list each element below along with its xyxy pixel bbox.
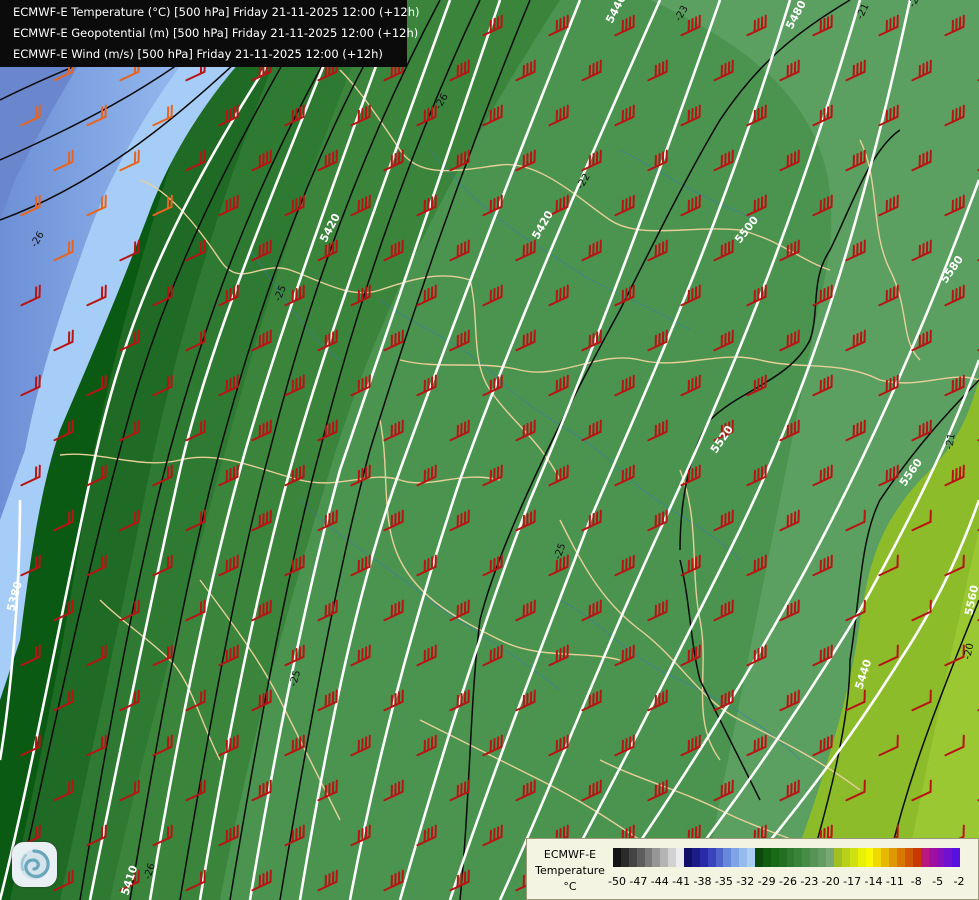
map-viewer[interactable]: 5420 5440 5480 5500 5520 5560 5580 5440 … [0,0,979,900]
colorbar-swatch [912,848,921,867]
colorbar-swatch [810,848,819,867]
colorbar-subtitle: Temperature [535,864,605,877]
colorbar-swatch [691,848,700,867]
colorbar-swatch [613,848,621,867]
colorbar-swatch [668,848,677,867]
colorbar-swatch [731,848,740,867]
colorbar-swatch [660,848,669,867]
swirl-icon [19,849,50,880]
colorbar-tick-label: -41 [672,875,691,888]
colorbar-tick-label: -26 [779,875,797,888]
colorbar-tick-label: -38 [693,875,712,888]
colorbar-tick-label: -14 [864,875,883,888]
colorbar-swatch [628,848,637,867]
colorbar-tick-label: -8 [910,875,922,888]
colorbar-swatch [897,848,905,867]
colorbar-swatch [833,848,842,867]
colorbar-tick-label: -20 [821,875,840,888]
colorbar-swatch [652,848,661,867]
colorbar-swatch [684,848,692,867]
colorbar-swatches [613,848,961,867]
colorbar-swatch [904,848,913,867]
colorbar-swatch [920,848,929,867]
legend-wind: ECMWF-E Wind (m/s) [500 hPa] Friday 21-1… [13,47,383,61]
colorbar-ticks: -50 -47 -44 -41 -38 -35 -32 -29 -26 -23 -20 -17 -14-… [608,875,973,889]
colorbar-unit: °C [563,880,577,893]
colorbar-title: ECMWF-E [543,848,597,861]
colorbar-tick-label: -44 [650,875,669,888]
colorbar-swatch [739,848,748,867]
colorbar-swatch [889,848,898,867]
colorbar-swatch [715,848,724,867]
colorbar-swatch [826,848,834,867]
temperature-colorbar: ECMWF-E Temperature °C -50 -47 -44 -41 -38 -3… [526,838,979,900]
colorbar-swatch [873,848,882,867]
legend-temperature: ECMWF-E Temperature (°C) [500 hPa] Frida… [13,5,420,19]
colorbar-tick-label: -5 [932,875,944,888]
weather-map[interactable]: 5420 5440 5480 5500 5520 5560 5580 5440 … [0,0,979,900]
colorbar-swatch [644,848,653,867]
colorbar-swatch [928,848,937,867]
colorbar-swatch [723,848,732,867]
colorbar-swatch [841,848,850,867]
colorbar-swatch [770,848,779,867]
colorbar-tick-label: -29 [757,875,776,888]
colorbar-swatch [676,848,685,867]
colorbar-swatch [699,848,708,867]
colorbar-swatch [786,848,795,867]
colorbar-swatch [755,848,763,867]
layer-legend: ECMWF-E Temperature (°C) [500 hPa] Frida… [0,0,420,67]
colorbar-swatch [865,848,874,867]
colorbar-tick-label: -17 [843,875,862,888]
colorbar-swatch [881,848,890,867]
colorbar-swatch [944,848,953,867]
colorbar-swatch [620,848,629,867]
colorbar-tick-label: -47 [629,875,648,888]
colorbar-tick-label: -23 [800,875,819,888]
colorbar-label: ECMWF-E Temperature °C [531,847,609,895]
colorbar-swatch [778,848,787,867]
colorbar-swatch [936,848,945,867]
colorbar-swatch [747,848,756,867]
colorbar-swatch [952,848,961,867]
colorbar-tick-label: -50 [608,875,626,888]
colorbar-tick-label: -35 [714,875,733,888]
app-logo-icon[interactable] [12,842,57,887]
colorbar-tick-label: -32 [736,875,755,888]
colorbar-swatch [636,848,645,867]
colorbar-swatch [818,848,827,867]
colorbar-tick-label: -2 [953,875,965,888]
colorbar-tick-label: -11 [885,875,904,888]
colorbar-swatch [762,848,771,867]
colorbar-swatch [707,848,716,867]
colorbar-swatch [794,848,803,867]
legend-geopotential: ECMWF-E Geopotential (m) [500 hPa] Frida… [13,26,419,40]
colorbar-swatch [857,848,866,867]
colorbar-swatch [802,848,811,867]
colorbar-swatch [849,848,858,867]
